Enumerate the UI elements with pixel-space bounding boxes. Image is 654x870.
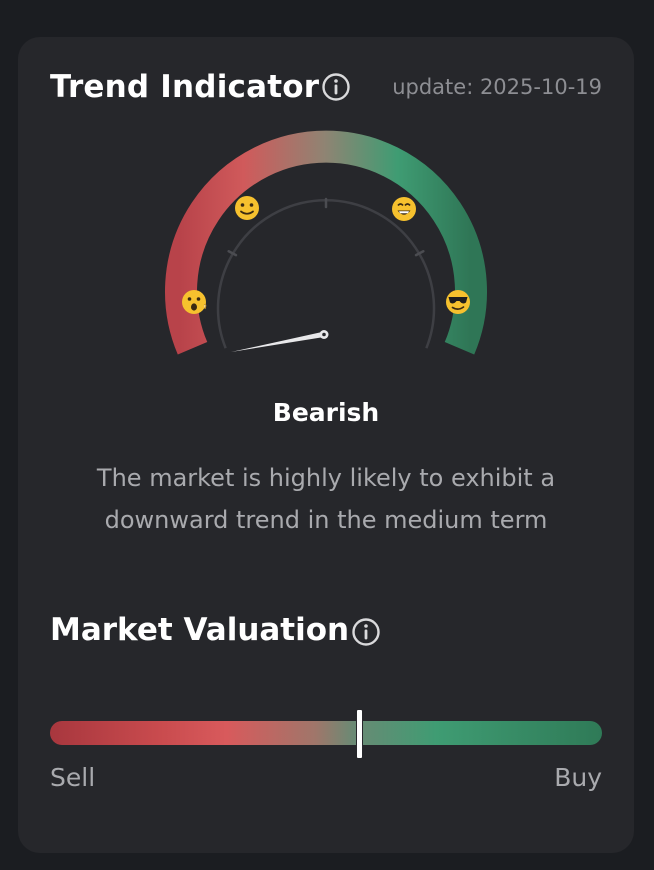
gauge-needle: [231, 330, 329, 352]
valuation-bar: [50, 721, 602, 745]
trend-description-line1: The market is highly likely to exhibit a: [96, 464, 556, 492]
valuation-info-icon[interactable]: [351, 617, 381, 647]
gauge-inner-track: [216, 199, 436, 349]
gauge-arc: [165, 130, 487, 355]
trend-description-line2: downward trend in the medium term: [104, 506, 548, 534]
trend-gauge: [165, 130, 487, 355]
valuation-marker: [356, 709, 364, 759]
sell-label: Sell: [50, 763, 96, 792]
trend-card: Trend Indicator update: 2025-10-19 Beari…: [18, 37, 634, 853]
sunglasses-icon: [446, 290, 470, 314]
slight-smile-icon: [235, 196, 259, 220]
valuation-title: Market Valuation: [50, 612, 350, 648]
trend-state-label: Bearish: [272, 398, 380, 427]
trend-description: The market is highly likely to exhibit a…: [48, 457, 604, 541]
scared-face-icon: [182, 290, 207, 314]
grin-icon: [392, 197, 416, 221]
buy-label: Buy: [554, 763, 602, 792]
